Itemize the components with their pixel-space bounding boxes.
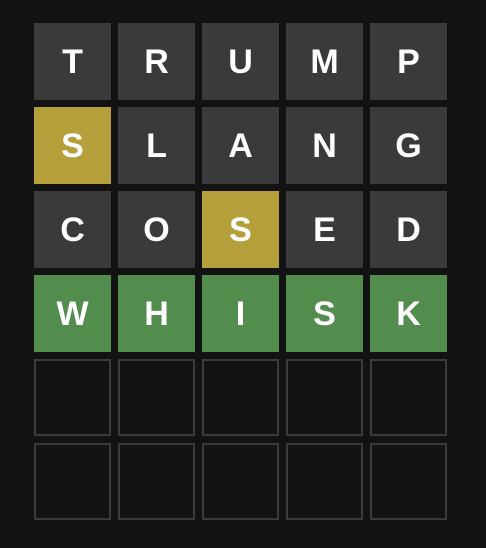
tile-r5-c4 <box>286 359 363 436</box>
tile-r5-c2 <box>118 359 195 436</box>
tile-r1-c1: T <box>34 23 111 100</box>
tile-r4-c3: I <box>202 275 279 352</box>
tile-r2-c4: N <box>286 107 363 184</box>
tile-r2-c5: G <box>370 107 447 184</box>
tile-r6-c4 <box>286 443 363 520</box>
tile-r3-c3: S <box>202 191 279 268</box>
tile-r3-c1: C <box>34 191 111 268</box>
tile-r4-c1: W <box>34 275 111 352</box>
game-board: T R U M P S L A N G C O S E D W H I S K <box>34 23 447 520</box>
tile-r4-c4: S <box>286 275 363 352</box>
tile-r3-c4: E <box>286 191 363 268</box>
tile-r6-c5 <box>370 443 447 520</box>
tile-r5-c3 <box>202 359 279 436</box>
tile-r4-c5: K <box>370 275 447 352</box>
tile-r6-c2 <box>118 443 195 520</box>
tile-r3-c2: O <box>118 191 195 268</box>
tile-r2-c1: S <box>34 107 111 184</box>
tile-r5-c5 <box>370 359 447 436</box>
tile-r3-c5: D <box>370 191 447 268</box>
tile-r1-c4: M <box>286 23 363 100</box>
tile-r1-c5: P <box>370 23 447 100</box>
tile-r6-c3 <box>202 443 279 520</box>
tile-r1-c3: U <box>202 23 279 100</box>
tile-r2-c3: A <box>202 107 279 184</box>
tile-r5-c1 <box>34 359 111 436</box>
tile-r1-c2: R <box>118 23 195 100</box>
tile-r6-c1 <box>34 443 111 520</box>
tile-r2-c2: L <box>118 107 195 184</box>
tile-r4-c2: H <box>118 275 195 352</box>
